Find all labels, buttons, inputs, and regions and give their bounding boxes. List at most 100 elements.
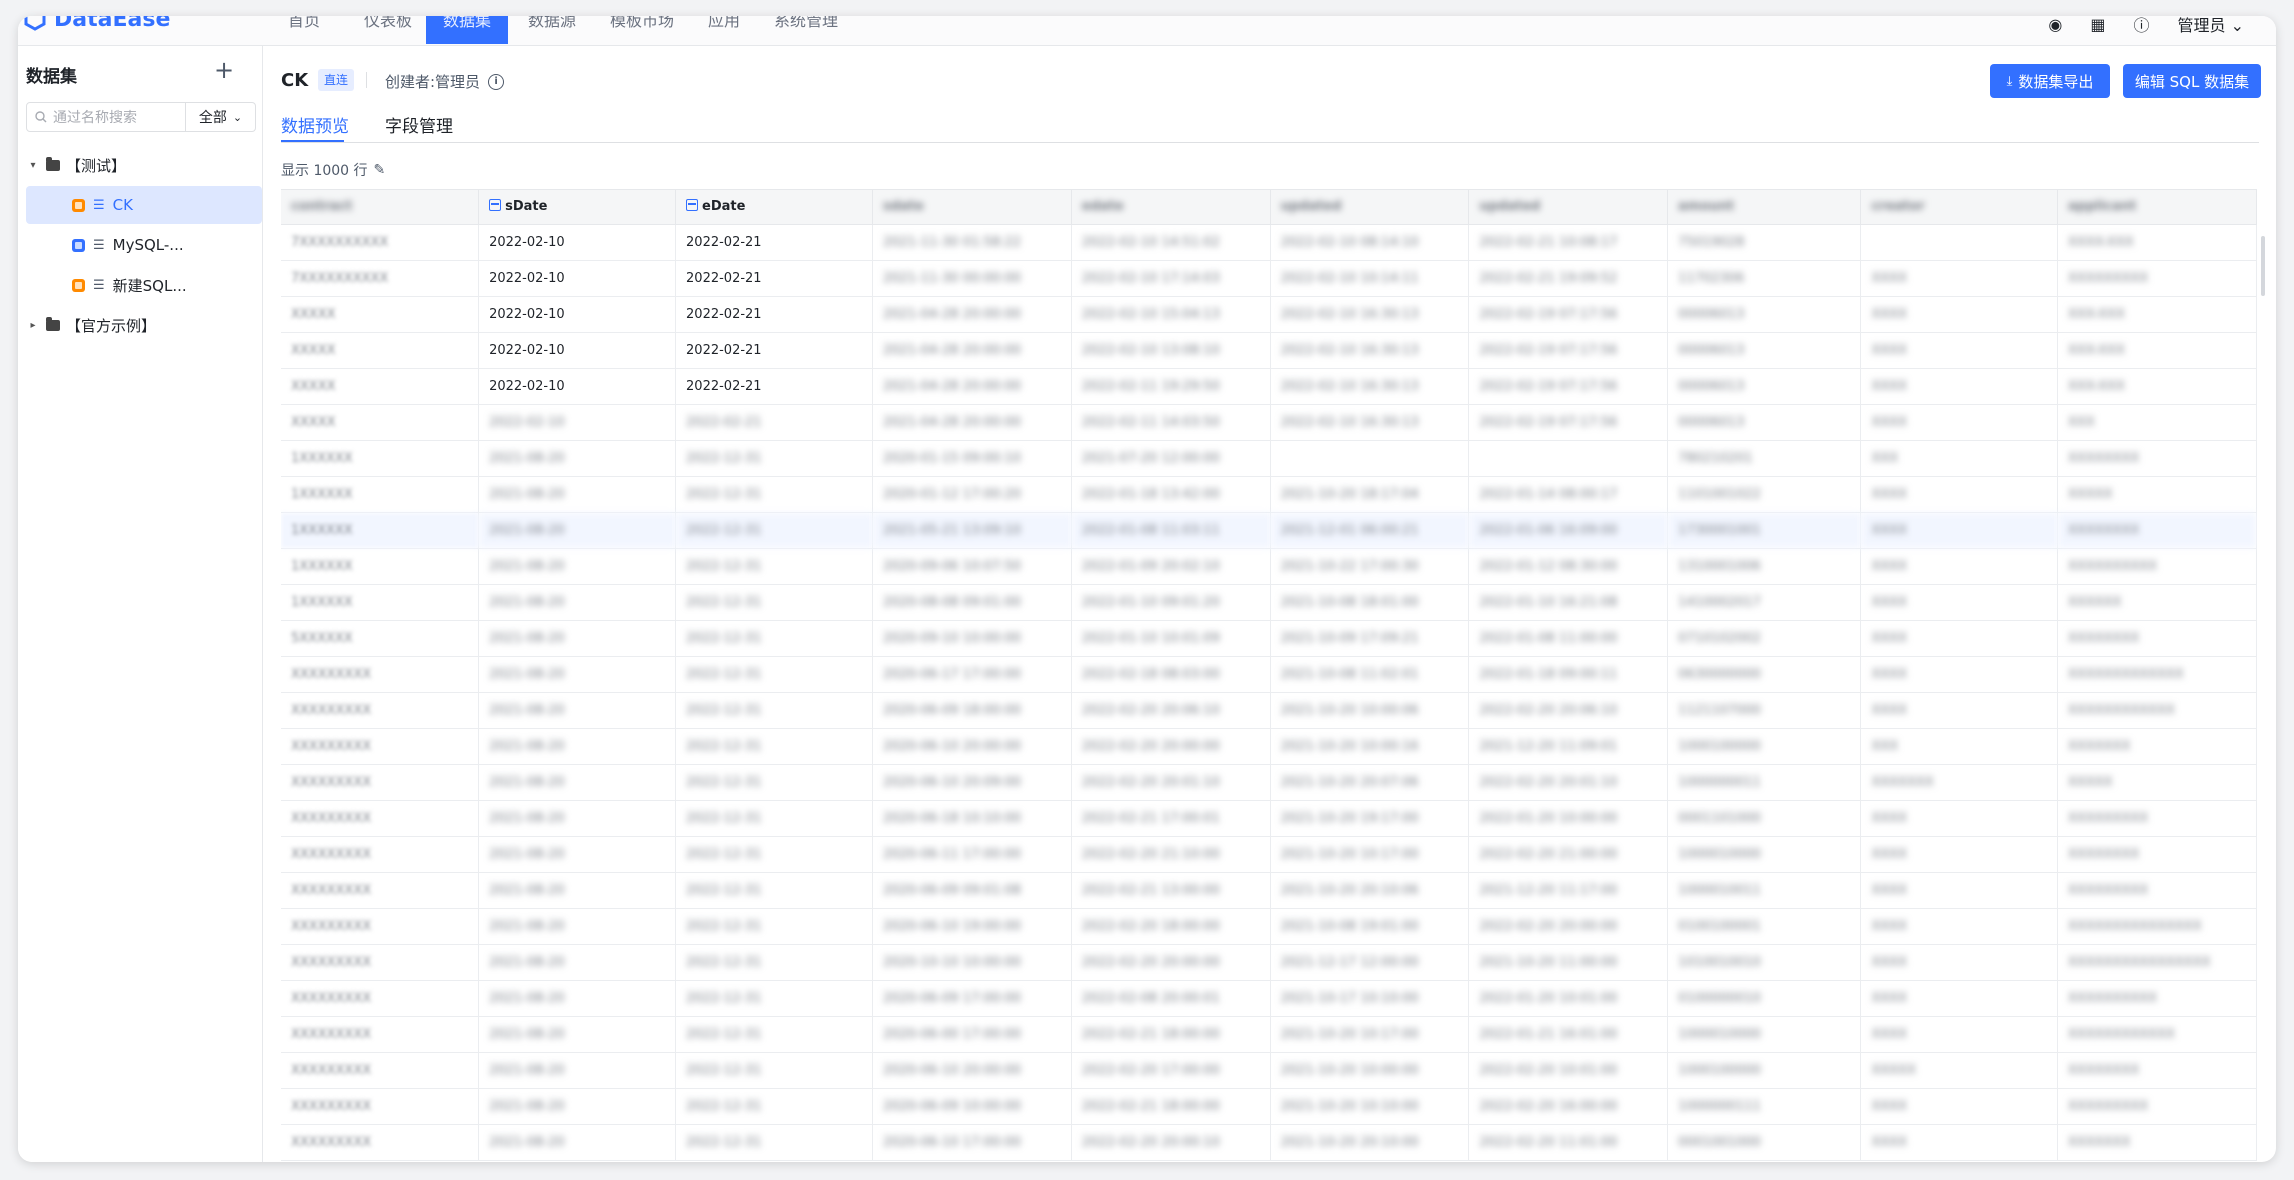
table-cell: 2021-08-20 (478, 944, 677, 981)
table-cell: XXXXXXXXX (281, 800, 480, 837)
table-row[interactable]: 1XXXXXX 2021-08-20 2022-12-31 2020-09-06 10… (281, 548, 2257, 585)
table-row[interactable]: XXXXXXXXX 2021-08-20 2022-12-31 2020-06-10 … (281, 1124, 2257, 1161)
column-header[interactable]: eDate (675, 190, 873, 225)
column-header[interactable]: sdate (872, 190, 1072, 225)
logo[interactable]: DataEase (22, 16, 170, 36)
table-cell: 1000100000 (1667, 728, 1862, 765)
table-row[interactable]: 5XXXXXX 2021-08-20 2022-12-31 2020-09-10 10… (281, 620, 2257, 657)
tree-folder-official-examples[interactable]: ▸ 【官方示例】 (26, 306, 262, 344)
table-row[interactable]: XXXXX 2022-02-10 2022-02-21 2021-04-28 20:0… (281, 404, 2257, 441)
table-row[interactable]: XXXXXXXXX 2021-08-20 2022-12-31 2020-06-10 … (281, 1052, 2257, 1089)
column-header-label: contract (291, 199, 353, 215)
table-cell: 2021-12-20 11:09:01 (1468, 728, 1669, 765)
table-cell: 00006013 (1667, 332, 1862, 369)
table-cell: 2022-02-20 21:00:00 (1468, 836, 1669, 873)
nav-item-dataset[interactable]: 数据集 (426, 16, 508, 44)
table-cell: XXXX (1860, 1124, 2059, 1161)
table-cell: 0001101000 (1667, 800, 1862, 837)
download-icon[interactable]: ▦ (2090, 16, 2105, 34)
table-row[interactable]: XXXXXXXXX 2021-08-20 2022-12-31 2020-06-09 … (281, 872, 2257, 909)
table-cell: 2022-12-31 (675, 548, 873, 585)
table-cell: XXXXXXXXX (281, 872, 480, 909)
table-cell: XXXXXXXXX (281, 692, 480, 729)
tree-item-new-sql[interactable]: ☰ 新建SQL... (26, 266, 262, 304)
search-input[interactable]: 通过名称搜索 (26, 102, 186, 132)
column-header[interactable]: updated (1270, 190, 1470, 225)
user-menu[interactable]: 管理员 ⌄ (2177, 16, 2244, 36)
tab-field-management[interactable]: 字段管理 (385, 112, 453, 137)
table-cell: XXXXXXXXX (281, 944, 480, 981)
caret-down-icon[interactable]: ▾ (26, 160, 40, 171)
table-row[interactable]: XXXXXXXXX 2021-08-20 2022-12-31 2020-06-17 … (281, 656, 2257, 693)
add-dataset-icon[interactable]: + (214, 58, 234, 82)
column-header[interactable]: applicant (2057, 190, 2257, 225)
table-row[interactable]: 7XXXXXXXXXX 2022-02-10 2022-02-21 2021-11-3… (281, 260, 2257, 297)
table-cell: 2020-06-10 19:00:00 (872, 908, 1072, 945)
filter-select[interactable]: 全部 ⌄ (186, 102, 256, 132)
table-cell: 2022-02-20 20:01:10 (1468, 764, 1669, 801)
nav-item-apps[interactable]: 应用 (694, 16, 754, 44)
table-row[interactable]: XXXXXXXXX 2021-08-20 2022-12-31 2020-06-10 … (281, 764, 2257, 801)
tree-item-mysql[interactable]: ☰ MySQL-... (26, 226, 262, 264)
table-row[interactable]: 1XXXXXX 2021-08-20 2022-12-31 2020-01-15 09… (281, 440, 2257, 477)
table-row[interactable]: XXXXXXXXX 2021-08-20 2022-12-31 2020-06-09 … (281, 980, 2257, 1017)
nav-item-dashboard[interactable]: 仪表板 (350, 16, 426, 44)
column-header[interactable]: creator (1860, 190, 2059, 225)
help-icon[interactable]: ⓘ (2133, 16, 2149, 36)
table-cell: XXXX (1860, 512, 2059, 549)
tree-item-ck[interactable]: ☰ CK (26, 186, 262, 224)
table-row[interactable]: XXXXX 2022-02-10 2022-02-21 2021-04-28 20:0… (281, 332, 2257, 369)
column-header[interactable]: contract (281, 190, 480, 225)
sidebar-title: 数据集 (26, 67, 77, 87)
table-cell: XXXXXXX (2057, 728, 2257, 765)
export-dataset-button[interactable]: ⤓ 数据集导出 (1990, 64, 2110, 98)
nav-item-home[interactable]: 首页 (274, 16, 334, 44)
column-header[interactable]: sDate (478, 190, 677, 225)
table-row[interactable]: XXXXX 2022-02-10 2022-02-21 2021-04-28 20:0… (281, 296, 2257, 333)
table-cell: 2021-12-20 11:17:00 (1468, 872, 1669, 909)
folder-icon (46, 316, 60, 331)
tab-data-preview[interactable]: 数据预览 (281, 112, 349, 137)
nav-item-datasource[interactable]: 数据源 (514, 16, 590, 44)
table-cell: 1XXXXXX (281, 512, 480, 549)
table-row[interactable]: 1XXXXXX 2021-08-20 2022-12-31 2020-01-12 17… (281, 476, 2257, 513)
table-row[interactable]: XXXXXXXXX 2021-08-20 2022-12-31 2020-06-10 … (281, 908, 2257, 945)
table-row[interactable]: XXXXXXXXX 2021-08-20 2022-12-31 2020-06-18 … (281, 800, 2257, 837)
table-row[interactable]: XXXXX 2022-02-10 2022-02-21 2021-04-28 20:0… (281, 368, 2257, 405)
table-cell: XXXXXX (2057, 584, 2257, 621)
table-cell (1270, 440, 1470, 477)
table-cell: 2022-02-20 17:00:00 (1071, 1052, 1271, 1089)
table-cell: XXXX (1860, 260, 2059, 297)
table-cell: 2022-01-10 10:01:09 (1071, 620, 1271, 657)
column-header[interactable]: amount (1667, 190, 1862, 225)
table-row[interactable]: XXXXXXXXX 2021-08-20 2022-12-31 2020-10-10 … (281, 944, 2257, 981)
table-row[interactable]: XXXXXXXXX 2021-08-20 2022-12-31 2020-06-00 … (281, 1016, 2257, 1053)
table-cell: 2020-06-18 10:10:00 (872, 800, 1072, 837)
table-cell: 2020-06-09 09:01:08 (872, 872, 1072, 909)
tree-folder-test[interactable]: ▾ 【测试】 (26, 146, 262, 184)
table-cell: 2022-01-08 11:03:11 (1071, 512, 1271, 549)
bell-icon[interactable]: ◉ (2048, 16, 2062, 34)
nav-item-template-market[interactable]: 模板市场 (596, 16, 688, 44)
edit-sql-dataset-button[interactable]: 编辑 SQL 数据集 (2123, 64, 2261, 98)
table-cell: XXXX (1860, 548, 2059, 585)
table-row[interactable]: XXXXXXXXX 2021-08-20 2022-12-31 2020-06-10 … (281, 728, 2257, 765)
edit-icon[interactable]: ✎ (374, 162, 386, 178)
table-cell: 2022-02-20 20:00:00 (1468, 908, 1669, 945)
table-row[interactable]: XXXXXXXXX 2021-08-20 2022-12-31 2020-06-09 … (281, 1088, 2257, 1125)
vertical-scrollbar[interactable] (2261, 236, 2265, 296)
info-icon[interactable]: i (488, 73, 505, 90)
table-row[interactable]: 7XXXXXXXXXX 2022-02-10 2022-02-21 2021-11-3… (281, 224, 2257, 261)
nav-item-system-settings[interactable]: 系统管理 (760, 16, 852, 44)
table-row[interactable]: 1XXXXXX 2021-08-20 2022-12-31 2020-08-08 09… (281, 584, 2257, 621)
column-header[interactable]: edate (1071, 190, 1271, 225)
table-row[interactable]: XXXXXXXXX 2021-08-20 2022-12-31 2020-06-11 … (281, 836, 2257, 873)
table-cell: 2022-02-21 10:08:17 (1468, 224, 1669, 261)
table-row[interactable]: XXXXXXXXX 2021-08-20 2022-12-31 2020-06-09 … (281, 692, 2257, 729)
preview-table[interactable]: contract sDate eDate sdate edate updated updat… (281, 189, 2257, 1162)
table-row[interactable]: 1XXXXXX 2021-08-20 2022-12-31 2021-05-21 13… (281, 512, 2257, 549)
caret-right-icon[interactable]: ▸ (26, 320, 40, 331)
column-header[interactable]: updated (1468, 190, 1669, 225)
date-field-icon (686, 199, 699, 212)
table-cell: 2020-06-10 20:00:00 (872, 728, 1072, 765)
